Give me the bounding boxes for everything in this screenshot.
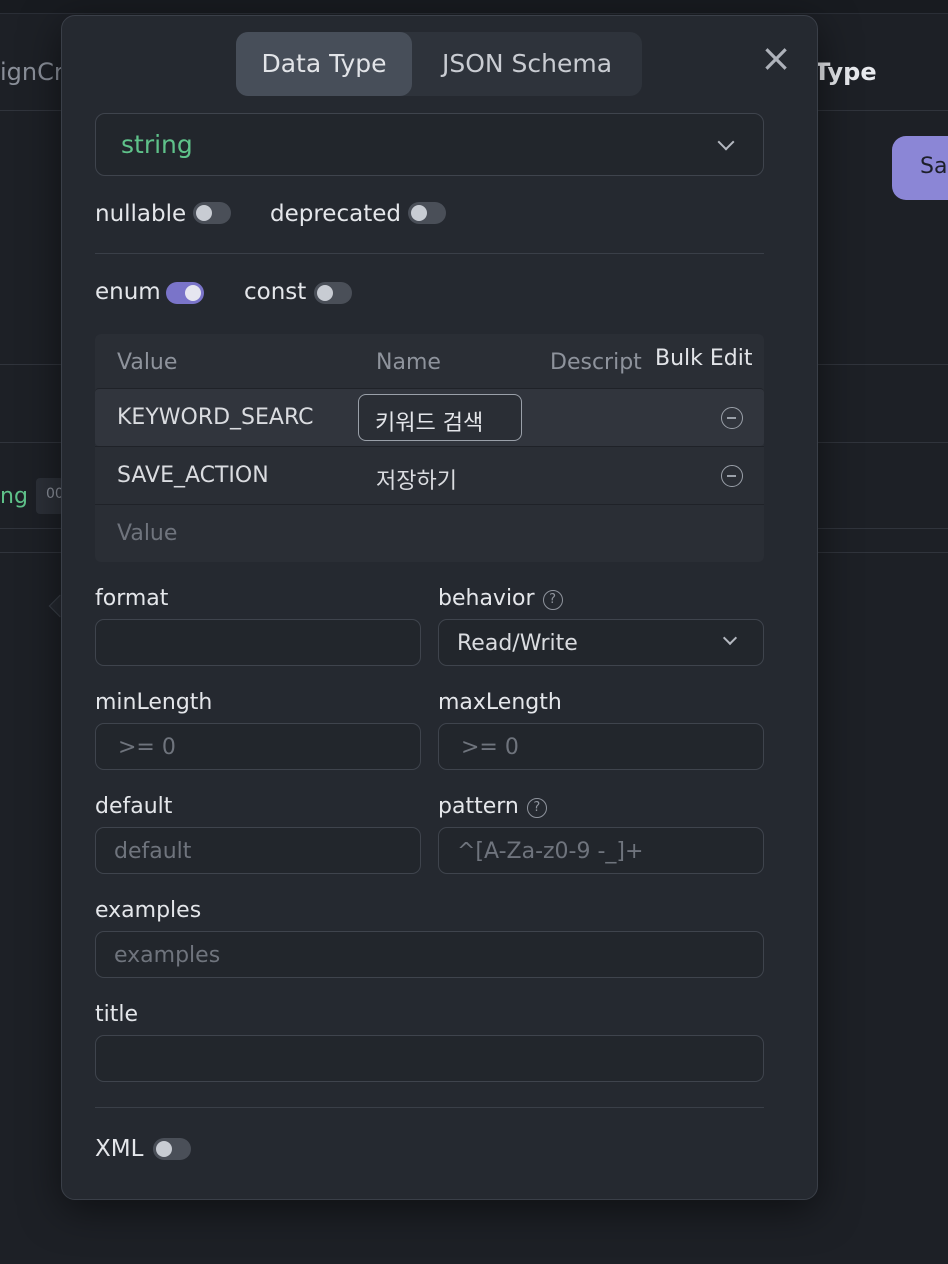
xml-toggle[interactable] — [153, 1138, 191, 1160]
pattern-label: pattern — [438, 794, 519, 819]
remove-row-icon[interactable] — [721, 465, 743, 487]
background-column-header: Type — [814, 58, 877, 86]
examples-label: examples — [95, 898, 202, 923]
divider — [95, 253, 764, 254]
xml-label: XML — [95, 1136, 144, 1162]
table-row-new: Value — [95, 504, 764, 562]
enum-value-cell[interactable]: SAVE_ACTION — [117, 463, 327, 488]
app-top-strip — [0, 0, 948, 14]
background-type-text: ng — [0, 484, 28, 509]
minlength-input[interactable]: >= 0 — [95, 723, 421, 770]
enum-value-cell[interactable]: KEYWORD_SEARC — [117, 405, 327, 430]
behavior-label: behavior — [438, 586, 535, 611]
behavior-select-value: Read/Write — [457, 631, 578, 656]
default-input[interactable]: default — [95, 827, 421, 874]
type-select[interactable]: string — [95, 113, 764, 176]
format-label: format — [95, 586, 169, 611]
close-icon[interactable]: × — [760, 39, 792, 77]
title-label: title — [95, 1002, 139, 1027]
column-header-description: Descript — [550, 350, 642, 375]
table-row: SAVE_ACTION 저장하기 — [95, 446, 764, 504]
chevron-down-icon — [717, 133, 735, 151]
column-header-value: Value — [117, 350, 178, 375]
type-select-value: string — [121, 130, 193, 159]
deprecated-toggle[interactable] — [408, 202, 446, 224]
minlength-label: minLength — [95, 690, 213, 715]
background-title: ignCr — [0, 58, 64, 86]
toggle-knob — [411, 205, 427, 221]
remove-row-icon[interactable] — [721, 407, 743, 429]
enum-label: enum — [95, 279, 161, 305]
column-header-name: Name — [376, 350, 441, 375]
pattern-input[interactable]: ^[A-Za-z0-9 -_]+ — [438, 827, 764, 874]
examples-input[interactable]: examples — [95, 931, 764, 978]
bulk-edit-button[interactable]: Bulk Edit — [651, 346, 753, 371]
maxlength-label: maxLength — [438, 690, 562, 715]
help-icon[interactable]: ? — [542, 590, 563, 610]
behavior-select[interactable]: Read/Write — [438, 619, 764, 666]
divider — [95, 1107, 764, 1108]
enum-table: Value Name Descript Bulk Edit KEYWORD_SE… — [95, 334, 764, 562]
toggle-knob — [196, 205, 212, 221]
nullable-toggle[interactable] — [193, 202, 231, 224]
toggle-knob — [185, 285, 201, 301]
deprecated-label: deprecated — [270, 201, 401, 227]
toggle-knob — [317, 285, 333, 301]
enum-toggle[interactable] — [166, 282, 204, 304]
title-input[interactable] — [95, 1035, 764, 1082]
pattern-label-wrap: pattern? — [438, 794, 547, 819]
background-chip: 00 — [36, 478, 64, 514]
help-icon[interactable]: ? — [526, 798, 547, 818]
new-enum-value-input[interactable]: Value — [117, 521, 177, 546]
maxlength-input[interactable]: >= 0 — [438, 723, 764, 770]
format-input[interactable] — [95, 619, 421, 666]
const-toggle[interactable] — [314, 282, 352, 304]
enum-name-cell[interactable]: 저장하기 — [376, 463, 457, 495]
tab-json-schema[interactable]: JSON Schema — [412, 32, 642, 96]
const-label: const — [244, 279, 307, 305]
table-row: KEYWORD_SEARC 키워드 검색 — [95, 388, 764, 446]
schema-editor-popover: Data Type JSON Schema × string nullable … — [61, 15, 818, 1200]
chevron-down-icon — [722, 630, 738, 646]
behavior-label-wrap: behavior? — [438, 586, 563, 611]
enum-name-input[interactable]: 키워드 검색 — [358, 394, 522, 441]
mode-tabs: Data Type JSON Schema — [236, 32, 642, 96]
save-button[interactable]: Sa — [892, 136, 948, 200]
nullable-label: nullable — [95, 201, 187, 227]
default-label: default — [95, 794, 173, 819]
toggle-knob — [156, 1141, 172, 1157]
tab-data-type[interactable]: Data Type — [236, 32, 412, 96]
